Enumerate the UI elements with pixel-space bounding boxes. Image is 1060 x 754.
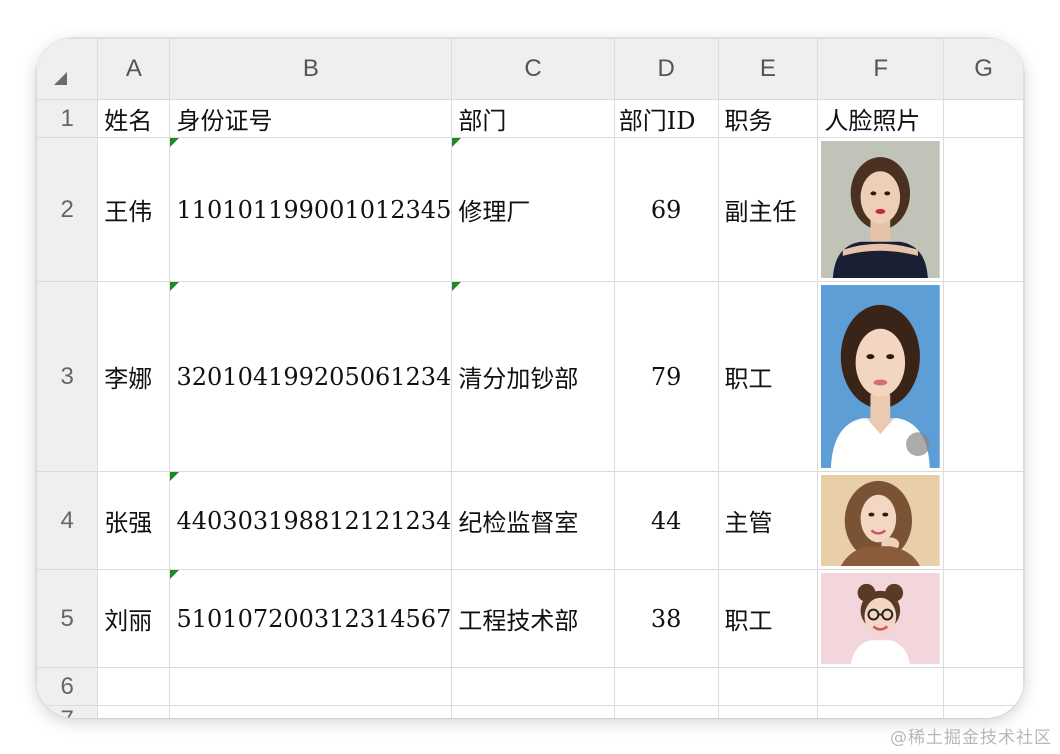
cell-b7[interactable] <box>169 705 453 718</box>
row-header-5[interactable]: 5 <box>36 569 99 668</box>
cell-e2[interactable]: 副主任 <box>717 137 819 282</box>
id-number-text: 510107200312314567 <box>176 604 452 633</box>
watermark: @稀土掘金技术社区 <box>890 728 1052 748</box>
row-header-4[interactable]: 4 <box>36 471 99 570</box>
column-header-f[interactable]: F <box>817 38 945 100</box>
cell-d2[interactable]: 69 <box>613 137 719 282</box>
department-text: 清分加钞部 <box>458 365 579 393</box>
cell-g2[interactable] <box>943 137 1024 282</box>
column-header-e[interactable]: E <box>717 38 819 100</box>
cell-d5[interactable]: 38 <box>613 569 719 668</box>
spreadsheet-window: A B C D E F G 1 姓名 身份证号 部门 部门ID 职务 人脸照片 … <box>36 38 1024 718</box>
portrait-photo-3 <box>821 475 941 566</box>
cell-a6[interactable] <box>97 667 171 706</box>
cell-f5[interactable] <box>817 569 945 668</box>
cell-b5[interactable]: 510107200312314567 <box>169 569 453 668</box>
cell-b6[interactable] <box>169 667 453 706</box>
cell-f7[interactable] <box>817 705 945 718</box>
portrait-photo-2 <box>821 285 941 468</box>
comment-marker-icon <box>170 138 180 147</box>
cell-f6[interactable] <box>817 667 945 706</box>
cell-c4[interactable]: 纪检监督室 <box>451 471 615 570</box>
cell-e7[interactable] <box>717 705 819 718</box>
cell-b1[interactable]: 身份证号 <box>169 99 453 138</box>
row-header-7[interactable]: 7 <box>36 705 99 718</box>
spreadsheet-grid: A B C D E F G 1 姓名 身份证号 部门 部门ID 职务 人脸照片 … <box>36 38 1024 718</box>
department-text: 修理厂 <box>458 198 531 226</box>
id-number-text: 440303198812121234 <box>176 506 452 535</box>
cell-f4[interactable] <box>817 471 945 570</box>
select-all-triangle-icon <box>54 72 68 85</box>
portrait-photo-4 <box>821 573 941 664</box>
cell-a4[interactable]: 张强 <box>97 471 171 570</box>
cell-g1[interactable] <box>943 99 1024 138</box>
cell-g5[interactable] <box>943 569 1024 668</box>
comment-marker-icon <box>170 472 180 481</box>
cell-a7[interactable] <box>97 705 171 718</box>
cell-g3[interactable] <box>943 281 1024 472</box>
cell-f3[interactable] <box>817 281 945 472</box>
cell-d3[interactable]: 79 <box>613 281 719 472</box>
column-header-d[interactable]: D <box>613 38 719 100</box>
column-header-c[interactable]: C <box>451 38 615 100</box>
cell-a2[interactable]: 王伟 <box>97 137 171 282</box>
cell-f1[interactable]: 人脸照片 <box>817 99 945 138</box>
cell-a1[interactable]: 姓名 <box>97 99 171 138</box>
row-header-1[interactable]: 1 <box>36 99 99 138</box>
cell-g4[interactable] <box>943 471 1024 570</box>
id-number-text: 320104199205061234 <box>176 362 452 391</box>
row-header-2[interactable]: 2 <box>36 137 99 282</box>
cell-a5[interactable]: 刘丽 <box>97 569 171 668</box>
comment-marker-icon <box>170 282 180 291</box>
column-header-a[interactable]: A <box>97 38 171 100</box>
column-header-g[interactable]: G <box>943 38 1024 100</box>
cell-d7[interactable] <box>613 705 719 718</box>
portrait-photo-1 <box>821 141 941 278</box>
cell-c1[interactable]: 部门 <box>451 99 615 138</box>
cell-c6[interactable] <box>451 667 615 706</box>
cell-c2[interactable]: 修理厂 <box>451 137 615 282</box>
cell-a3[interactable]: 李娜 <box>97 281 171 472</box>
row-header-6[interactable]: 6 <box>36 667 99 706</box>
cell-b3[interactable]: 320104199205061234 <box>169 281 453 472</box>
cell-d6[interactable] <box>613 667 719 706</box>
cell-b4[interactable]: 440303198812121234 <box>169 471 453 570</box>
cell-e3[interactable]: 职工 <box>717 281 819 472</box>
cell-e6[interactable] <box>717 667 819 706</box>
cell-g6[interactable] <box>943 667 1024 706</box>
comment-marker-icon <box>452 282 462 291</box>
cell-c7[interactable] <box>451 705 615 718</box>
comment-marker-icon <box>170 570 180 579</box>
cell-e1[interactable]: 职务 <box>717 99 819 138</box>
cell-d4[interactable]: 44 <box>613 471 719 570</box>
cell-c3[interactable]: 清分加钞部 <box>451 281 615 472</box>
cell-b2[interactable]: 110101199001012345 <box>169 137 453 282</box>
select-all-corner[interactable] <box>36 38 99 100</box>
cell-e5[interactable]: 职工 <box>717 569 819 668</box>
cell-g7[interactable] <box>943 705 1024 718</box>
comment-marker-icon <box>452 138 462 147</box>
column-header-b[interactable]: B <box>169 38 453 100</box>
cell-e4[interactable]: 主管 <box>717 471 819 570</box>
cell-d1[interactable]: 部门ID <box>613 99 719 138</box>
cell-c5[interactable]: 工程技术部 <box>451 569 615 668</box>
cell-f2[interactable] <box>817 137 945 282</box>
id-number-text: 110101199001012345 <box>176 195 452 224</box>
row-header-3[interactable]: 3 <box>36 281 99 472</box>
